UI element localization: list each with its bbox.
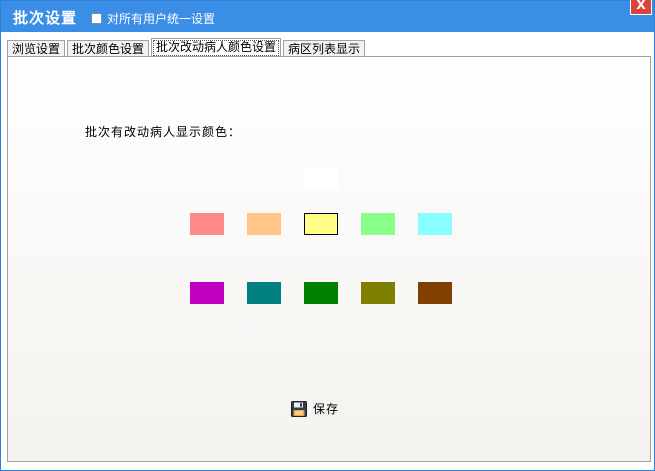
sync-all-users-option[interactable]: 对所有用户统一设置 [91, 10, 215, 27]
floppy-disk-icon [291, 400, 307, 417]
sync-all-users-label[interactable]: 对所有用户统一设置 [107, 10, 215, 27]
tab-strip: 浏览设置 批次颜色设置 批次改动病人颜色设置 病区列表显示 [7, 38, 366, 58]
color-swatch-salmon[interactable] [190, 213, 224, 235]
color-swatch-peach[interactable] [247, 213, 281, 235]
color-swatch-brown[interactable] [418, 282, 452, 304]
color-swatch-teal[interactable] [247, 282, 281, 304]
tab-panel: 批次有改动病人显示颜色： 保存 [7, 56, 651, 462]
settings-window: 批次设置 对所有用户统一设置 X 浏览设置 批次颜色设置 批次改动病人颜色设置 … [0, 0, 655, 471]
window-title: 批次设置 [13, 9, 78, 27]
sync-all-users-checkbox[interactable] [91, 13, 102, 24]
color-swatch-olive[interactable] [361, 282, 395, 304]
save-button-label: 保存 [313, 402, 340, 416]
save-button[interactable]: 保存 [291, 400, 339, 417]
title-bar: 批次设置 对所有用户统一设置 X [1, 0, 654, 32]
tab-batch-changed-patient-color[interactable]: 批次改动病人颜色设置 [151, 38, 282, 58]
color-swatch-light-yellow[interactable] [304, 213, 338, 235]
color-swatch-white[interactable] [304, 167, 338, 189]
panel-heading: 批次有改动病人显示颜色： [85, 125, 242, 139]
color-swatch-light-green[interactable] [361, 213, 395, 235]
color-swatch-magenta[interactable] [190, 282, 224, 304]
color-swatch-green[interactable] [304, 282, 338, 304]
color-swatch-light-cyan[interactable] [418, 213, 452, 235]
close-button[interactable]: X [630, 0, 652, 15]
